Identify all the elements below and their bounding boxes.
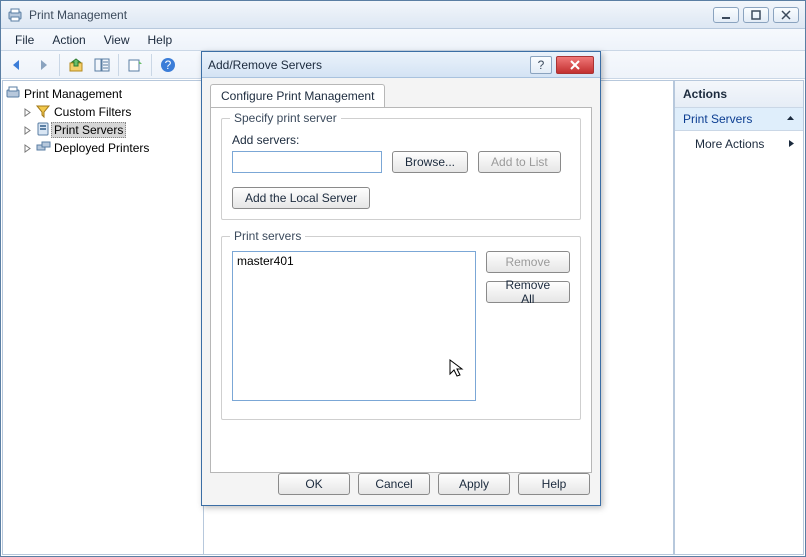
maximize-button[interactable] xyxy=(743,7,769,23)
add-servers-label: Add servers: xyxy=(232,133,570,147)
tab-configure[interactable]: Configure Print Management xyxy=(210,84,385,107)
group-label: Specify print server xyxy=(230,111,341,125)
chevron-right-icon xyxy=(788,137,795,151)
menu-help[interactable]: Help xyxy=(140,31,181,49)
cancel-button[interactable]: Cancel xyxy=(358,473,430,495)
main-window: Print Management File Action View Help ?… xyxy=(0,0,806,557)
toolbar-separator xyxy=(151,54,152,76)
group-label: Print servers xyxy=(230,229,305,243)
svg-text:?: ? xyxy=(165,58,172,72)
dialog-title: Add/Remove Servers xyxy=(208,58,530,72)
actions-section-label: Print Servers xyxy=(683,112,752,126)
collapse-icon xyxy=(786,112,795,126)
tree-label: Print Management xyxy=(21,87,125,101)
actions-pane: Actions Print Servers More Actions xyxy=(674,80,804,555)
expand-icon[interactable] xyxy=(21,142,33,154)
window-controls xyxy=(713,7,799,23)
add-to-list-button[interactable]: Add to List xyxy=(478,151,561,173)
toolbar-separator xyxy=(118,54,119,76)
ok-button[interactable]: OK xyxy=(278,473,350,495)
menubar: File Action View Help xyxy=(1,29,805,51)
refresh-button[interactable] xyxy=(123,53,147,77)
group-print-servers: Print servers master401 Remove Remove Al… xyxy=(221,236,581,420)
tree-print-servers[interactable]: Print Servers xyxy=(5,121,201,139)
titlebar[interactable]: Print Management xyxy=(1,1,805,29)
back-button[interactable] xyxy=(5,53,29,77)
window-title: Print Management xyxy=(29,8,713,22)
add-remove-servers-dialog: Add/Remove Servers ? Configure Print Man… xyxy=(201,51,601,506)
actions-more-label: More Actions xyxy=(695,137,764,151)
up-button[interactable] xyxy=(64,53,88,77)
tree-pane[interactable]: Print Management Custom Filters Print Se… xyxy=(2,80,204,555)
forward-button[interactable] xyxy=(31,53,55,77)
tree-label: Deployed Printers xyxy=(51,141,152,155)
tree-label: Custom Filters xyxy=(51,105,134,119)
expand-icon[interactable] xyxy=(21,124,33,136)
app-icon xyxy=(7,7,23,23)
deployed-printers-icon xyxy=(35,139,51,158)
actions-more[interactable]: More Actions xyxy=(675,131,803,157)
menu-action[interactable]: Action xyxy=(44,31,93,49)
funnel-icon xyxy=(35,103,51,122)
dialog-buttons: OK Cancel Apply Help xyxy=(278,473,590,495)
dialog-help-button[interactable]: Help xyxy=(518,473,590,495)
show-hide-tree-button[interactable] xyxy=(90,53,114,77)
add-servers-input[interactable] xyxy=(232,151,382,173)
dialog-close-button[interactable] xyxy=(556,56,594,74)
server-icon xyxy=(35,121,51,140)
dialog-body: Specify print server Add servers: Browse… xyxy=(210,107,592,473)
svg-text:?: ? xyxy=(538,59,545,71)
servers-listbox[interactable]: master401 xyxy=(232,251,476,401)
group-specify-server: Specify print server Add servers: Browse… xyxy=(221,118,581,220)
add-local-server-button[interactable]: Add the Local Server xyxy=(232,187,370,209)
tree-custom-filters[interactable]: Custom Filters xyxy=(5,103,201,121)
browse-button[interactable]: Browse... xyxy=(392,151,468,173)
help-button[interactable]: ? xyxy=(156,53,180,77)
menu-file[interactable]: File xyxy=(7,31,42,49)
tree-label: Print Servers xyxy=(51,122,126,138)
dialog-titlebar[interactable]: Add/Remove Servers ? xyxy=(202,52,600,78)
dialog-tabstrip: Configure Print Management xyxy=(202,78,600,107)
dialog-help-button[interactable]: ? xyxy=(530,56,552,74)
menu-view[interactable]: View xyxy=(96,31,138,49)
remove-all-button[interactable]: Remove All xyxy=(486,281,570,303)
remove-button[interactable]: Remove xyxy=(486,251,570,273)
actions-header: Actions xyxy=(675,81,803,108)
list-item[interactable]: master401 xyxy=(237,254,471,268)
app-icon xyxy=(5,85,21,104)
apply-button[interactable]: Apply xyxy=(438,473,510,495)
expand-icon[interactable] xyxy=(21,106,33,118)
close-button[interactable] xyxy=(773,7,799,23)
toolbar-separator xyxy=(59,54,60,76)
tree-deployed-printers[interactable]: Deployed Printers xyxy=(5,139,201,157)
actions-section[interactable]: Print Servers xyxy=(675,108,803,131)
minimize-button[interactable] xyxy=(713,7,739,23)
tree-root[interactable]: Print Management xyxy=(5,85,201,103)
